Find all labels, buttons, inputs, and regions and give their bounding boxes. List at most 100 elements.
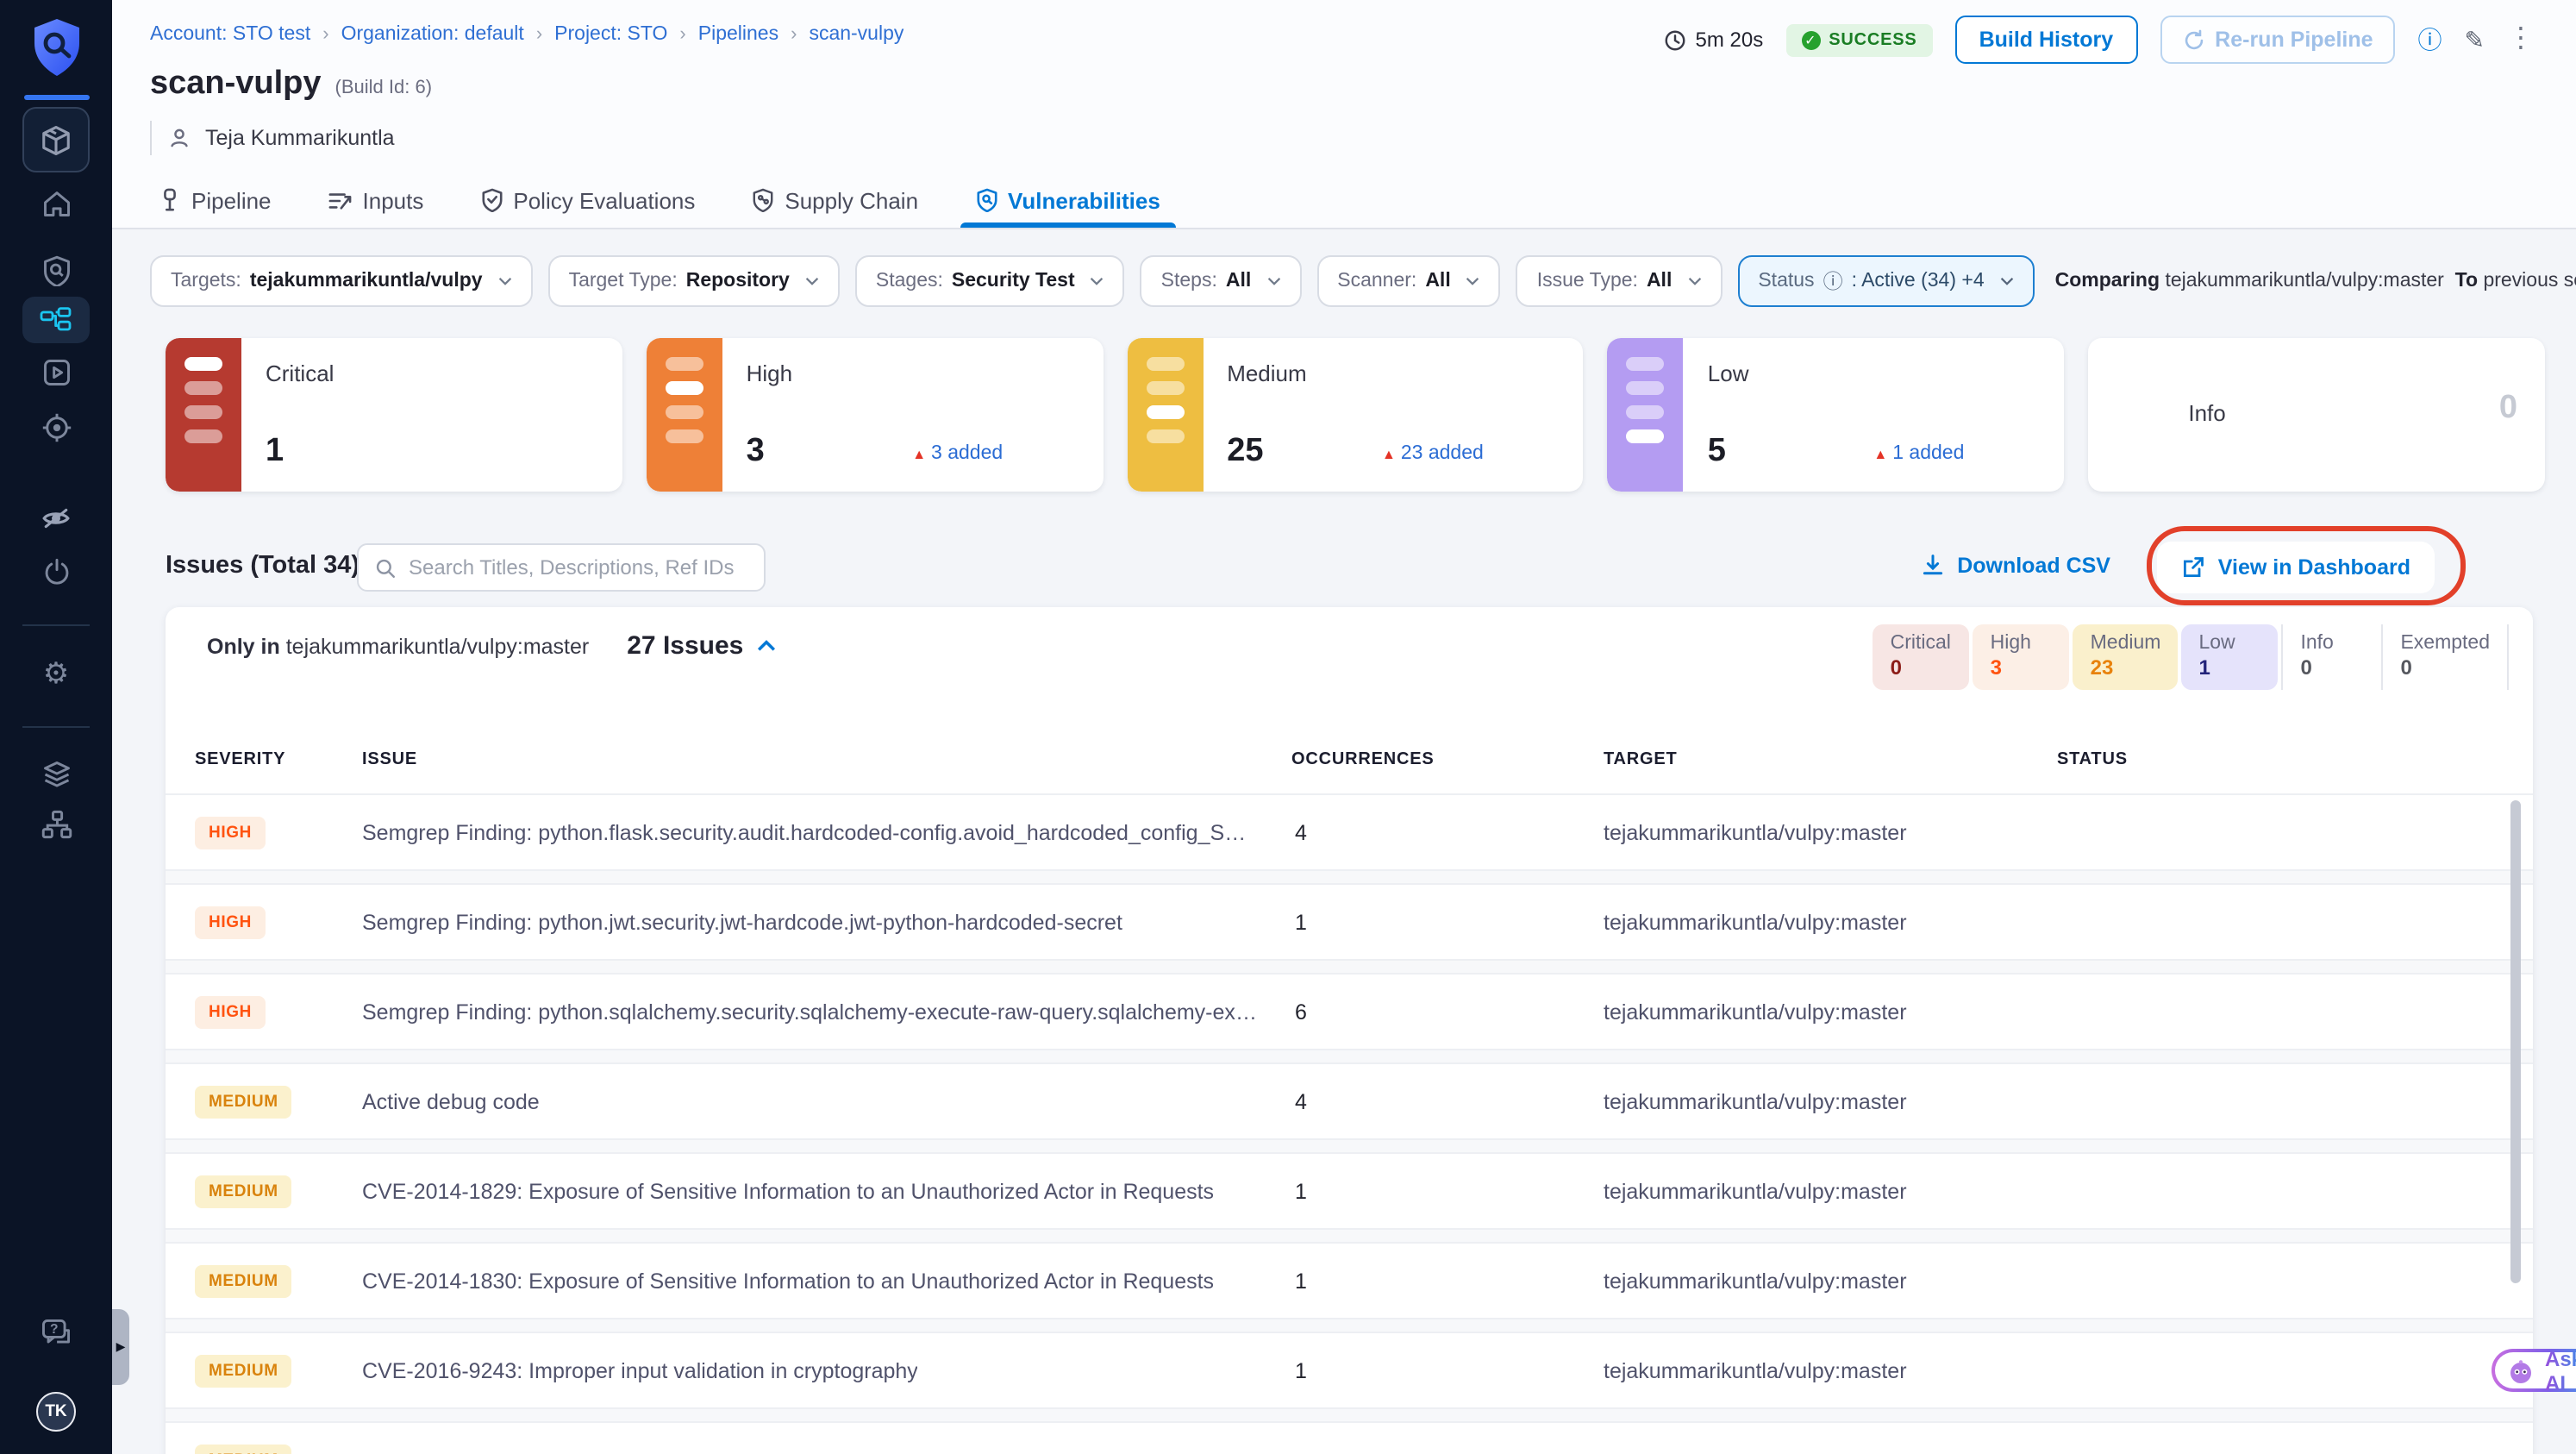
breadcrumb-account[interactable]: Account: STO test xyxy=(150,24,310,45)
filter-targets[interactable]: Targets: tejakummarikuntla/vulpy xyxy=(150,255,533,307)
breadcrumb-pipelines[interactable]: Pipelines xyxy=(698,24,778,45)
chevron-down-icon xyxy=(1267,278,1280,285)
table-row[interactable]: HIGH Semgrep Finding: python.jwt.securit… xyxy=(166,883,2533,973)
refresh-icon xyxy=(2184,28,2203,49)
module-selector-cube-icon[interactable] xyxy=(22,107,90,172)
sidebar-project-layers-icon[interactable] xyxy=(0,759,112,790)
triangle-up-icon: ▲ xyxy=(1382,447,1396,462)
filter-status[interactable]: Status ⓘ : Active (34) +4 xyxy=(1737,255,2035,307)
view-in-dashboard-button[interactable]: View in Dashboard xyxy=(2157,542,2435,593)
table-row[interactable]: MEDIUM CVE-2014-1829: Exposure of Sensit… xyxy=(166,1152,2533,1242)
sidebar-exemptions-eye-slash-icon[interactable] xyxy=(0,504,112,533)
severity-badge: MEDIUM xyxy=(195,1264,292,1297)
table-row[interactable]: MEDIUM xyxy=(166,1421,2533,1454)
sto-logo-icon[interactable] xyxy=(0,17,112,79)
info-icon[interactable]: ⓘ xyxy=(2418,28,2442,52)
svg-text:?: ? xyxy=(50,1322,59,1337)
tab-pipeline[interactable]: Pipeline xyxy=(153,172,277,228)
clock-icon xyxy=(1666,29,1685,50)
chip-critical[interactable]: Critical 0 xyxy=(1873,624,1970,690)
card-label: Info xyxy=(2188,400,2226,426)
target: tejakummarikuntla/vulpy:master xyxy=(1604,1179,1907,1203)
breadcrumb-organization[interactable]: Organization: default xyxy=(341,24,524,45)
table-row[interactable]: MEDIUM CVE-2014-1830: Exposure of Sensit… xyxy=(166,1242,2533,1332)
info-card[interactable]: Info 0 xyxy=(2088,338,2545,492)
high-card[interactable]: High 3 ▲ 3 added xyxy=(646,338,1104,492)
inputs-tab-icon xyxy=(329,192,352,209)
sidebar-help-chat-icon[interactable]: ? xyxy=(0,1318,112,1349)
search-box[interactable] xyxy=(357,543,766,592)
search-input[interactable] xyxy=(409,555,748,580)
table-row[interactable]: HIGH Semgrep Finding: python.sqlalchemy.… xyxy=(166,973,2533,1062)
card-label: Critical xyxy=(266,360,335,386)
build-duration: 5m 20s xyxy=(1665,28,1763,52)
rerun-pipeline-button[interactable]: Re-run Pipeline xyxy=(2160,16,2396,64)
breadcrumb-project[interactable]: Project: STO xyxy=(554,24,667,45)
chip-info[interactable]: Info 0 xyxy=(2281,624,2379,690)
severity-badge: HIGH xyxy=(195,906,266,938)
chip-exempted[interactable]: Exempted 0 xyxy=(2381,624,2509,690)
medium-card[interactable]: Medium 25 ▲ 23 added xyxy=(1127,338,1584,492)
tab-policy-evaluations[interactable]: Policy Evaluations xyxy=(475,172,700,228)
filter-steps[interactable]: Steps: All xyxy=(1140,255,1302,307)
breadcrumb-current[interactable]: scan-vulpy xyxy=(809,24,903,45)
ai-robot-icon xyxy=(2510,1359,2531,1382)
medium-meter-icon xyxy=(1127,338,1204,492)
sidebar-targets-crosshair-icon[interactable] xyxy=(0,412,112,443)
author-name: Teja Kummarikuntla xyxy=(205,126,395,150)
sidebar-pipelines-icon[interactable] xyxy=(22,297,90,343)
sidebar-settings-gear-icon[interactable]: ⚙ xyxy=(0,657,112,692)
occurrences: 4 xyxy=(1295,820,1307,844)
main-area: Account: STO test › Organization: defaul… xyxy=(112,0,2576,1454)
chevron-down-icon xyxy=(1466,278,1479,285)
sidebar-org-network-icon[interactable] xyxy=(0,809,112,840)
chevron-down-icon xyxy=(2000,278,2013,285)
page-title: scan-vulpy xyxy=(150,66,322,102)
sidebar-expand-handle[interactable]: ▶ xyxy=(112,1309,129,1385)
build-id: (Build Id: 6) xyxy=(335,78,433,98)
user-avatar[interactable]: TK xyxy=(36,1392,76,1432)
filter-issue-type[interactable]: Issue Type: All xyxy=(1516,255,1723,307)
tab-vulnerabilities[interactable]: Vulnerabilities xyxy=(959,172,1177,228)
download-csv-button[interactable]: Download CSV xyxy=(1921,554,2110,578)
sidebar-get-started-power-icon[interactable] xyxy=(0,557,112,588)
tab-inputs[interactable]: Inputs xyxy=(323,172,429,228)
severity-badge: MEDIUM xyxy=(195,1444,292,1454)
filter-scanner[interactable]: Scanner: All xyxy=(1316,255,1501,307)
severity-badge: HIGH xyxy=(195,816,266,849)
chip-low[interactable]: Low 1 xyxy=(2181,624,2279,690)
critical-card[interactable]: Critical 1 xyxy=(166,338,622,492)
table-row[interactable]: HIGH Semgrep Finding: python.flask.secur… xyxy=(166,793,2533,883)
target: tejakummarikuntla/vulpy:master xyxy=(1604,1358,1907,1382)
occurrences: 4 xyxy=(1295,1089,1307,1113)
severity-badge: MEDIUM xyxy=(195,1175,292,1207)
filter-stages[interactable]: Stages: Security Test xyxy=(854,255,1125,307)
sidebar-scans-shield-search-icon[interactable] xyxy=(0,255,112,286)
edit-pencil-icon[interactable]: ✎ xyxy=(2465,28,2485,52)
filter-bar: Targets: tejakummarikuntla/vulpy Target T… xyxy=(150,255,2576,307)
issues-toolbar: Issues (Total 34) Download CSV View in D… xyxy=(112,526,2576,605)
severity-badge: MEDIUM xyxy=(195,1085,292,1118)
issue-title: CVE-2014-1829: Exposure of Sensitive Inf… xyxy=(362,1179,1215,1203)
target: tejakummarikuntla/vulpy:master xyxy=(1604,1269,1907,1293)
build-history-button[interactable]: Build History xyxy=(1954,16,2138,64)
tab-supply-chain[interactable]: Supply Chain xyxy=(747,172,923,228)
target: tejakummarikuntla/vulpy:master xyxy=(1604,910,1907,934)
table-scrollbar[interactable] xyxy=(2510,800,2521,1283)
chevron-down-icon xyxy=(1688,278,1701,285)
column-occurrences: OCCURRENCES xyxy=(1291,750,1435,769)
group-count-toggle[interactable]: 27 Issues xyxy=(627,631,776,661)
sidebar-home-icon[interactable] xyxy=(0,188,112,219)
kebab-menu-icon[interactable]: ⋮ xyxy=(2507,25,2535,53)
filter-target-type[interactable]: Target Type: Repository xyxy=(547,255,840,307)
card-count: 3 xyxy=(746,433,765,469)
card-label: Medium xyxy=(1227,360,1307,386)
chip-high[interactable]: High 3 xyxy=(1973,624,2070,690)
sidebar-executions-icon[interactable] xyxy=(0,357,112,388)
table-row[interactable]: MEDIUM CVE-2016-9243: Improper input val… xyxy=(166,1332,2533,1421)
chip-medium[interactable]: Medium 23 xyxy=(2073,624,2179,690)
ask-ai-button[interactable]: Ask AI xyxy=(2492,1346,2576,1394)
table-row[interactable]: MEDIUM Active debug code 4 tejakummariku… xyxy=(166,1062,2533,1152)
low-card[interactable]: Low 5 ▲ 1 added xyxy=(1607,338,2065,492)
info-icon: ⓘ xyxy=(1823,273,1843,293)
